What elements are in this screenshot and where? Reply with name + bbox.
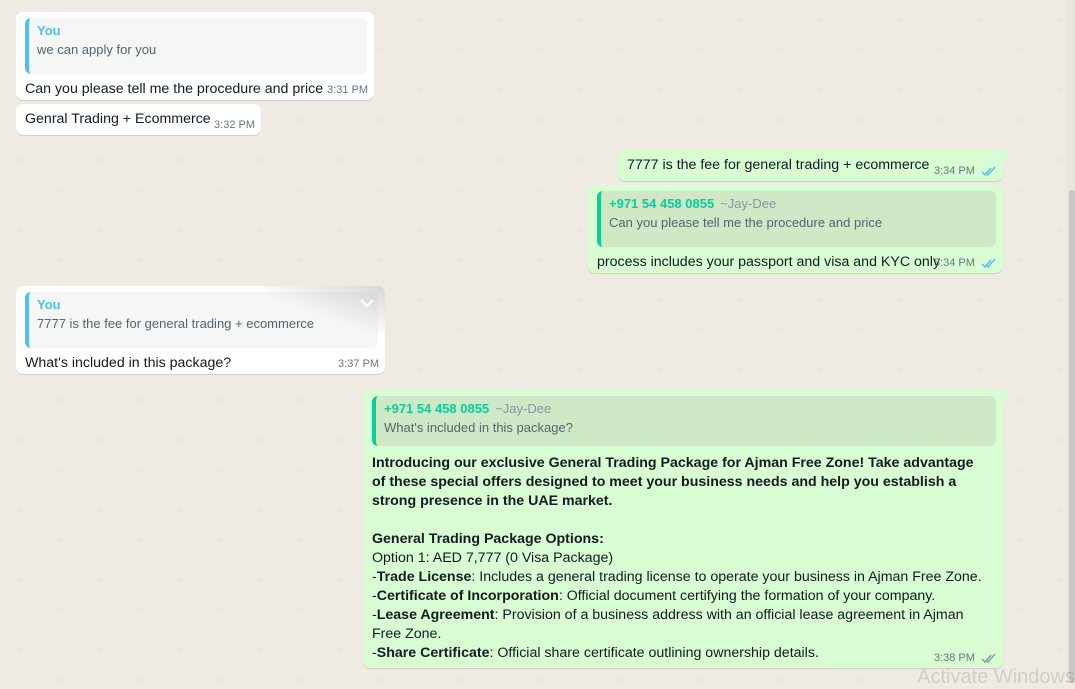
message-text: Genral Trading + Ecommerce (25, 111, 211, 127)
message-text: What's included in this package? (25, 355, 232, 371)
quoted-message[interactable]: You we can apply for you (25, 18, 367, 74)
package-item: -Certificate of Incorporation: Official … (372, 588, 936, 604)
message-time: 3:34 PM (933, 257, 975, 269)
quote-author-number: +971 54 458 0855 (384, 401, 490, 416)
item-label: Trade License (376, 569, 472, 585)
message-status: 3:38 PM (934, 652, 997, 664)
double-check-icon (981, 653, 996, 663)
message-time: 3:34 PM (933, 165, 975, 177)
bubble-tail (1003, 150, 1011, 162)
message-time: 3:38 PM (933, 652, 975, 664)
message-incoming-1[interactable]: You we can apply for you Can you please … (16, 12, 374, 100)
quote-author: You (37, 23, 61, 38)
message-time: 3:32 PM (214, 119, 255, 131)
item-label: Share Certificate (376, 645, 490, 661)
message-incoming-2[interactable]: Genral Trading + Ecommerce 3:32 PM (16, 104, 261, 135)
scrollbar-thumb[interactable] (1069, 190, 1075, 683)
message-body: Introducing our exclusive General Tradin… (372, 454, 996, 663)
message-outgoing-3[interactable]: +971 54 458 0855 ~Jay-Dee What's included… (363, 390, 1011, 668)
double-check-icon (981, 166, 996, 176)
item-label: Lease Agreement (376, 607, 495, 623)
quoted-message[interactable]: +971 54 458 0855 ~Jay-Dee Can you please … (597, 191, 996, 247)
quote-author-pushname: ~Jay-Dee (495, 401, 552, 416)
quote-author-number: +971 54 458 0855 (609, 196, 715, 211)
options-heading: General Trading Package Options: (372, 531, 604, 547)
option-1: Option 1: AED 7,777 (0 Visa Package) (372, 550, 614, 566)
item-desc: : Official document certifying the forma… (558, 588, 936, 604)
message-time: 3:31 PM (327, 84, 368, 96)
quote-author-pushname: ~Jay-Dee (720, 196, 777, 211)
message-text: process includes your passport and visa … (597, 254, 941, 270)
quote-text: Can you please tell me the procedure and… (609, 215, 883, 230)
item-desc: : Official share certificate outlining o… (489, 645, 819, 661)
message-outgoing-2[interactable]: +971 54 458 0855 ~Jay-Dee Can you please … (588, 185, 1003, 273)
message-text: Can you please tell me the procedure and… (25, 81, 324, 97)
item-label: Certificate of Incorporation (376, 588, 559, 604)
message-incoming-3[interactable]: You 7777 is the fee for general trading … (16, 286, 385, 374)
item-desc: : Includes a general trading license to … (471, 569, 982, 585)
message-time: 3:37 PM (338, 358, 379, 370)
quote-text: What's included in this package? (384, 420, 573, 435)
activate-windows-watermark: Activate Windows (917, 666, 1075, 688)
bubble-tail (1003, 390, 1011, 402)
message-text: 7777 is the fee for general trading + ec… (627, 157, 930, 173)
package-item: -Lease Agreement: Provision of a busines… (372, 607, 964, 642)
package-item: -Trade License: Includes a general tradi… (372, 569, 982, 585)
message-outgoing-1[interactable]: 7777 is the fee for general trading + ec… (618, 150, 1011, 181)
quoted-message[interactable]: +971 54 458 0855 ~Jay-Dee What's included… (372, 396, 996, 446)
quote-text: we can apply for you (37, 42, 157, 57)
quote-author: +971 54 458 0855 ~Jay-Dee (384, 401, 986, 416)
chevron-down-icon[interactable] (357, 294, 377, 312)
quote-author: +971 54 458 0855 ~Jay-Dee (609, 196, 986, 211)
double-check-icon (981, 258, 996, 268)
message-status: 3:34 PM (934, 257, 997, 269)
message-status: 3:34 PM (934, 165, 997, 177)
package-item: -Share Certificate: Official share certi… (372, 645, 819, 661)
package-intro: Introducing our exclusive General Tradin… (372, 455, 974, 509)
